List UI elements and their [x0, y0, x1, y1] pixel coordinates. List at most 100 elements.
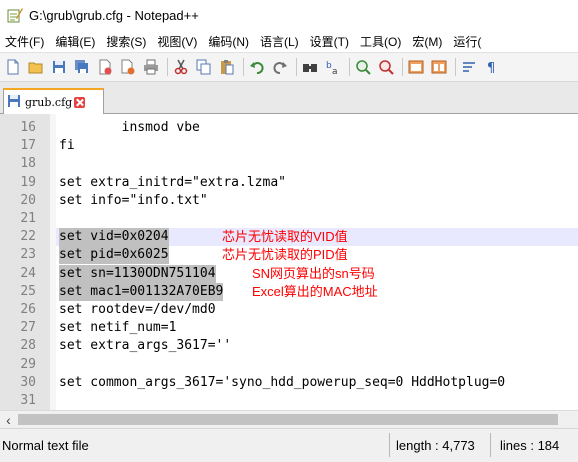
line-number: 31: [20, 393, 36, 408]
line-number: 27: [20, 320, 36, 336]
close-tab-icon[interactable]: [74, 96, 86, 108]
close-all-icon[interactable]: [118, 57, 138, 77]
editor[interactable]: 16 insmod vbe 17 fi 18 19 set extra_init…: [0, 114, 578, 410]
code-line: 18: [0, 155, 578, 173]
toolbar: ba ¶: [0, 52, 578, 82]
status-divider: [389, 433, 390, 457]
save-icon: [7, 94, 21, 111]
menu-edit[interactable]: 编辑(E): [55, 33, 95, 50]
code-line: 31: [0, 392, 578, 410]
replace-icon[interactable]: ba: [323, 57, 343, 77]
window-title: G:\grub\grub.cfg - Notepad++: [29, 7, 199, 23]
code-line: 27 set netif_num=1: [0, 319, 578, 337]
menu-run[interactable]: 运行(: [453, 33, 481, 50]
horizontal-scrollbar[interactable]: ‹: [0, 410, 578, 428]
annotation-vid: 芯片无忧读取的VID值: [222, 229, 348, 245]
code-text: set info="info.txt": [59, 192, 208, 208]
zoom-out-icon[interactable]: [376, 57, 396, 77]
menu-language[interactable]: 语言(L): [260, 33, 299, 50]
menu-settings[interactable]: 设置(T): [310, 33, 349, 50]
tab-grub-cfg[interactable]: grub.cfg: [3, 88, 104, 114]
svg-text:a: a: [332, 67, 338, 75]
undo-icon[interactable]: [247, 57, 267, 77]
code-text-selected: set vid=0x0204: [59, 228, 169, 247]
menu-encoding[interactable]: 编码(N): [208, 33, 249, 50]
toolbar-separator: [167, 58, 168, 76]
line-number: 21: [20, 211, 36, 226]
code-line: 24 set sn=1130ODN751104 SN网页算出的sn号码: [0, 264, 578, 283]
code-text-selected: set sn=1130ODN751104: [59, 264, 216, 283]
title-bar: G:\grub\grub.cfg - Notepad++: [0, 0, 578, 30]
code-line: 25 set mac1=001132A70EB9 Excel算出的MAC地址: [0, 282, 578, 301]
code-text: insmod vbe: [59, 120, 200, 135]
line-number: 20: [20, 192, 36, 208]
sync-vertical-icon[interactable]: [406, 57, 426, 77]
toolbar-separator: [349, 58, 350, 76]
save-all-icon[interactable]: [72, 57, 92, 77]
tab-bar: grub.cfg: [0, 82, 578, 114]
menu-file[interactable]: 文件(F): [5, 33, 44, 50]
menu-tools[interactable]: 工具(O): [360, 33, 401, 50]
print-icon[interactable]: [141, 57, 161, 77]
close-icon[interactable]: [95, 57, 115, 77]
paste-icon[interactable]: [217, 57, 237, 77]
code-line: 16 insmod vbe: [0, 119, 578, 137]
code-line: 29: [0, 356, 578, 374]
code-text: set rootdev=/dev/md0: [59, 302, 216, 317]
copy-icon[interactable]: [194, 57, 214, 77]
code-text: fi: [59, 138, 75, 154]
open-file-icon[interactable]: [26, 57, 46, 77]
status-divider: [490, 433, 491, 457]
line-count: lines : 184: [500, 438, 560, 453]
toolbar-separator: [455, 58, 456, 76]
line-number: 23: [20, 247, 36, 263]
code-line: 23 set pid=0x6025 芯片无忧读取的PID值: [0, 246, 578, 265]
menu-macro[interactable]: 宏(M): [412, 33, 442, 50]
code-line: 30 set common_args_3617='syno_hdd_poweru…: [0, 374, 578, 392]
toolbar-separator: [296, 58, 297, 76]
zoom-in-icon[interactable]: [353, 57, 373, 77]
sync-horizontal-icon[interactable]: [429, 57, 449, 77]
annotation-mac: Excel算出的MAC地址: [252, 283, 378, 299]
scrollbar-thumb[interactable]: [18, 414, 558, 425]
redo-icon[interactable]: [270, 57, 290, 77]
new-file-icon[interactable]: [3, 57, 23, 77]
code-line: 19 set extra_initrd="extra.lzma": [0, 174, 578, 192]
line-number: 29: [20, 356, 36, 372]
cut-icon[interactable]: [171, 57, 191, 77]
document-length: length : 4,773: [396, 438, 475, 453]
line-number: 18: [20, 156, 36, 172]
annotation-sn: SN网页算出的sn号码: [252, 265, 375, 281]
line-number: 25: [20, 283, 36, 299]
tab-label: grub.cfg: [25, 95, 73, 109]
code-line: 21: [0, 210, 578, 228]
line-number: 30: [20, 374, 36, 390]
status-bar: Normal text file length : 4,773 lines : …: [0, 428, 578, 462]
menu-search[interactable]: 搜索(S): [106, 33, 146, 50]
line-number: 19: [20, 174, 36, 190]
line-number: 22: [20, 229, 36, 245]
code-text: set common_args_3617='syno_hdd_powerup_s…: [59, 374, 506, 390]
toolbar-separator: [402, 58, 403, 76]
annotation-pid: 芯片无忧读取的PID值: [222, 247, 348, 263]
scroll-left-icon[interactable]: ‹: [0, 411, 17, 428]
code-text-selected: set mac1=001132A70EB9: [59, 282, 224, 301]
line-number: 28: [20, 338, 36, 354]
line-number: 24: [20, 265, 36, 281]
code-line: 17 fi: [0, 137, 578, 155]
code-text: set netif_num=1: [59, 320, 177, 336]
code-text: set extra_args_3617='': [59, 338, 232, 354]
save-icon[interactable]: [49, 57, 69, 77]
code-line: 26 set rootdev=/dev/md0: [0, 301, 578, 319]
menu-view[interactable]: 视图(V): [157, 33, 197, 50]
find-icon[interactable]: [300, 57, 320, 77]
line-number: 26: [20, 302, 36, 317]
line-number: 16: [20, 120, 36, 135]
code-text: set extra_initrd="extra.lzma": [59, 174, 286, 190]
word-wrap-icon[interactable]: [459, 57, 479, 77]
code-line-current: 22 set vid=0x0204 芯片无忧读取的VID值: [0, 228, 578, 247]
code-text-selected: set pid=0x6025: [59, 246, 169, 265]
toolbar-separator: [243, 58, 244, 76]
code-line: 20 set info="info.txt": [0, 192, 578, 210]
show-all-chars-icon[interactable]: ¶: [482, 57, 502, 77]
